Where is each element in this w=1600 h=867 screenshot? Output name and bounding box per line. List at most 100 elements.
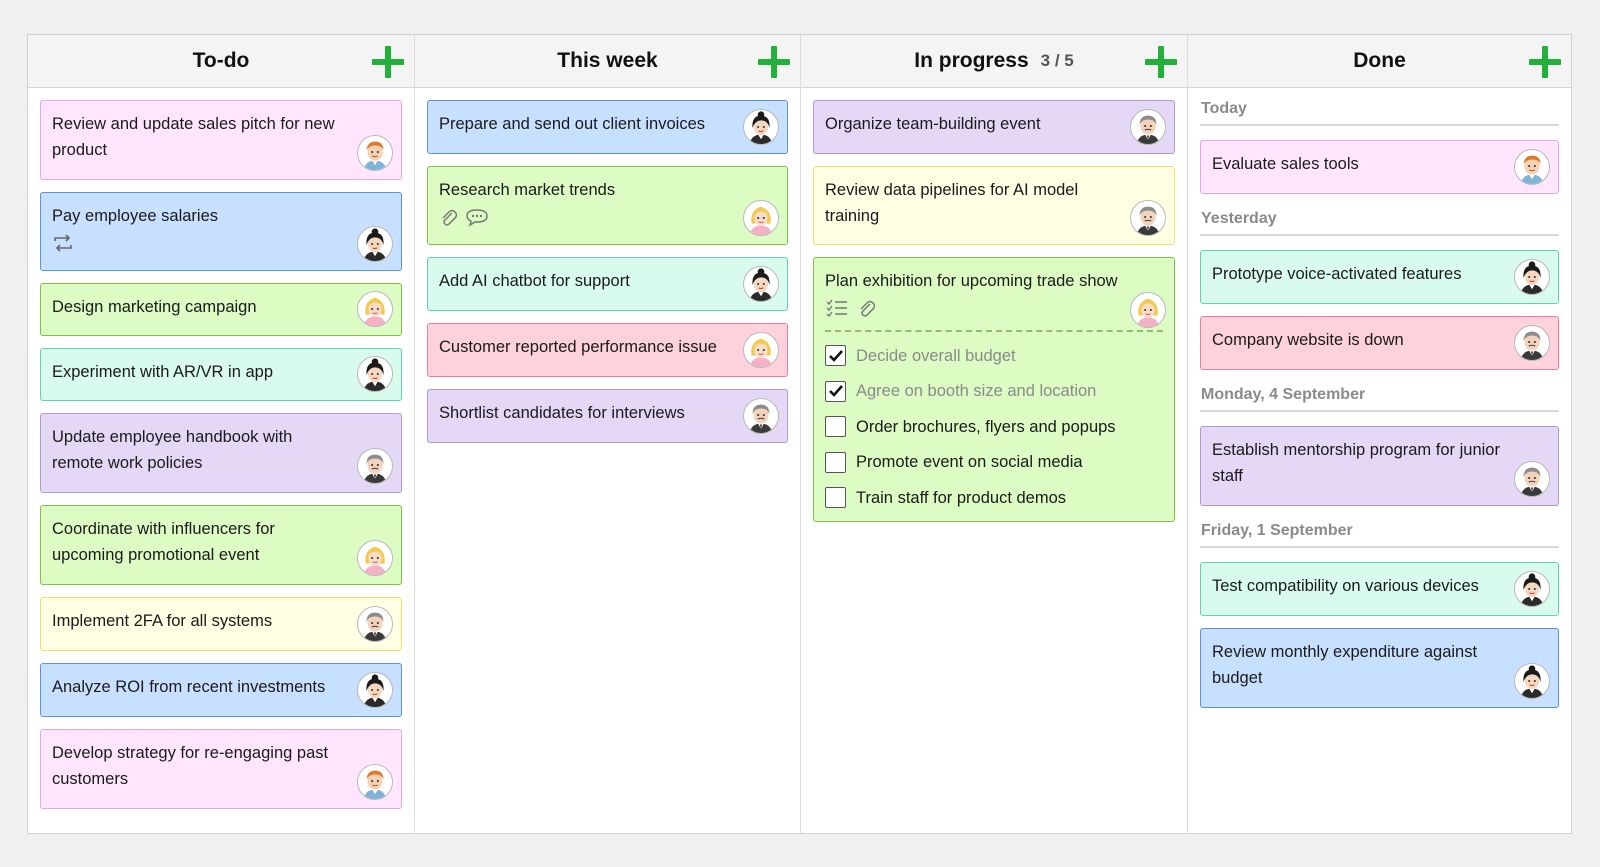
gray-haired-man-avatar — [1130, 200, 1166, 236]
orange-haired-man-avatar — [357, 764, 393, 800]
checklist-item-label: Decide overall budget — [856, 346, 1016, 365]
card-title: Prepare and send out client invoices — [439, 115, 705, 133]
checkbox-checked[interactable] — [825, 380, 846, 402]
column-header: In progress 3 / 5 — [801, 35, 1187, 88]
card-title: Develop strategy for re-engaging past cu… — [52, 744, 329, 788]
gray-haired-man-avatar — [1130, 109, 1166, 145]
card-title: Analyze ROI from recent investments — [52, 678, 326, 696]
gray-haired-man-avatar — [1514, 325, 1550, 361]
card-title: Update employee handbook with remote wor… — [52, 428, 293, 472]
task-card[interactable]: Experiment with AR/VR in app — [40, 348, 402, 401]
card-title: Prototype voice-activated features — [1212, 265, 1462, 283]
blonde-woman-avatar — [357, 291, 393, 327]
checklist: Decide overall budget Agree on booth siz… — [825, 330, 1163, 516]
task-card[interactable]: Evaluate sales tools — [1200, 140, 1559, 194]
card-title: Customer reported performance issue — [439, 338, 717, 356]
task-card[interactable]: Prototype voice-activated features — [1200, 250, 1559, 304]
checklist-item: Decide overall budget — [825, 338, 1163, 374]
comment-icon — [465, 207, 489, 227]
task-card[interactable]: Update employee handbook with remote wor… — [40, 413, 402, 493]
column-title: To-do — [192, 49, 250, 72]
checklist-icon — [825, 298, 849, 318]
task-card[interactable]: Review monthly expenditure against budge… — [1200, 628, 1559, 708]
card-title: Company website is down — [1212, 331, 1404, 349]
card-title: Organize team-building event — [825, 115, 1041, 133]
date-group-label: Friday, 1 September — [1200, 518, 1559, 548]
card-title: Implement 2FA for all systems — [52, 612, 273, 630]
task-card[interactable]: Organize team-building event — [813, 100, 1175, 154]
wip-count: 3 / 5 — [1040, 51, 1074, 70]
checklist-item-label: Agree on booth size and location — [856, 382, 1097, 401]
column-title: Done — [1353, 49, 1406, 72]
checklist-item: Promote event on social media — [825, 445, 1163, 481]
task-card[interactable]: Pay employee salaries — [40, 192, 402, 271]
card-title: Design marketing campaign — [52, 298, 257, 316]
date-group-label: Today — [1200, 96, 1559, 126]
checkbox-unchecked[interactable] — [825, 416, 846, 438]
checkbox-checked[interactable] — [825, 345, 846, 367]
task-card[interactable]: Establish mentorship program for junior … — [1200, 426, 1559, 506]
repeat-icon — [52, 233, 74, 253]
blonde-woman-avatar — [743, 332, 779, 368]
gray-haired-man-avatar — [1514, 461, 1550, 497]
checklist-item-label: Train staff for product demos — [856, 488, 1067, 507]
checklist-item: Agree on booth size and location — [825, 374, 1163, 410]
task-card[interactable]: Develop strategy for re-engaging past cu… — [40, 729, 402, 809]
column-body: Review and update sales pitch for new pr… — [28, 88, 414, 833]
task-card[interactable]: Research market trends — [427, 166, 788, 245]
add-card-button[interactable] — [1145, 46, 1177, 78]
black-haired-woman-avatar — [1514, 259, 1550, 295]
task-card[interactable]: Review data pipelines for AI model train… — [813, 166, 1175, 245]
card-title: Review monthly expenditure against budge… — [1212, 643, 1478, 687]
column-header: This week — [415, 35, 800, 88]
column-done: Done Today Evaluate sales tools Yesterda… — [1188, 35, 1571, 833]
task-card[interactable]: Add AI chatbot for support — [427, 257, 788, 311]
checklist-item: Train staff for product demos — [825, 480, 1163, 516]
card-title: Pay employee salaries — [52, 207, 218, 225]
task-card[interactable]: Implement 2FA for all systems — [40, 597, 402, 651]
task-card[interactable]: Test compatibility on various devices — [1200, 562, 1559, 616]
black-haired-woman-avatar — [357, 356, 393, 392]
blonde-woman-avatar — [357, 540, 393, 576]
column-body: Organize team-building event Review data… — [801, 88, 1187, 833]
task-card[interactable]: Customer reported performance issue — [427, 323, 788, 377]
task-card[interactable]: Coordinate with influencers for upcoming… — [40, 505, 402, 585]
task-card[interactable]: Company website is down — [1200, 316, 1559, 370]
column-body: Today Evaluate sales tools Yesterday Pro… — [1188, 88, 1571, 833]
date-group-label: Yesterday — [1200, 206, 1559, 236]
task-card[interactable]: Prepare and send out client invoices — [427, 100, 788, 154]
add-card-button[interactable] — [372, 46, 404, 78]
blonde-woman-avatar — [743, 200, 779, 236]
task-card[interactable]: Design marketing campaign — [40, 283, 402, 336]
card-title: Establish mentorship program for junior … — [1212, 441, 1500, 485]
black-haired-woman-avatar — [1514, 571, 1550, 607]
orange-haired-man-avatar — [357, 135, 393, 171]
black-haired-woman-avatar — [743, 266, 779, 302]
checkbox-unchecked[interactable] — [825, 451, 846, 473]
task-card[interactable]: Review and update sales pitch for new pr… — [40, 100, 402, 180]
card-title: Evaluate sales tools — [1212, 155, 1359, 173]
column-header: Done — [1188, 35, 1571, 88]
orange-haired-man-avatar — [1514, 149, 1550, 185]
card-title: Add AI chatbot for support — [439, 272, 630, 290]
add-card-button[interactable] — [758, 46, 790, 78]
column-in-progress: In progress 3 / 5 Organize team-building… — [801, 35, 1188, 833]
checkmark-icon — [828, 349, 843, 362]
column-header: To-do — [28, 35, 414, 88]
task-card[interactable]: Shortlist candidates for interviews — [427, 389, 788, 443]
column-title: In progress — [914, 49, 1029, 72]
black-haired-woman-avatar — [1514, 663, 1550, 699]
column-title: This week — [557, 49, 658, 72]
paperclip-icon — [439, 207, 457, 227]
task-card[interactable]: Plan exhibition for upcoming trade show — [813, 257, 1175, 522]
checkmark-icon — [828, 385, 843, 398]
card-title: Plan exhibition for upcoming trade show — [825, 272, 1118, 290]
black-haired-woman-avatar — [357, 226, 393, 262]
paperclip-icon — [857, 298, 875, 318]
card-title: Review and update sales pitch for new pr… — [52, 115, 335, 159]
checkbox-unchecked[interactable] — [825, 487, 846, 509]
gray-haired-man-avatar — [743, 398, 779, 434]
checklist-item-label: Promote event on social media — [856, 453, 1083, 472]
add-card-button[interactable] — [1529, 46, 1561, 78]
task-card[interactable]: Analyze ROI from recent investments — [40, 663, 402, 717]
